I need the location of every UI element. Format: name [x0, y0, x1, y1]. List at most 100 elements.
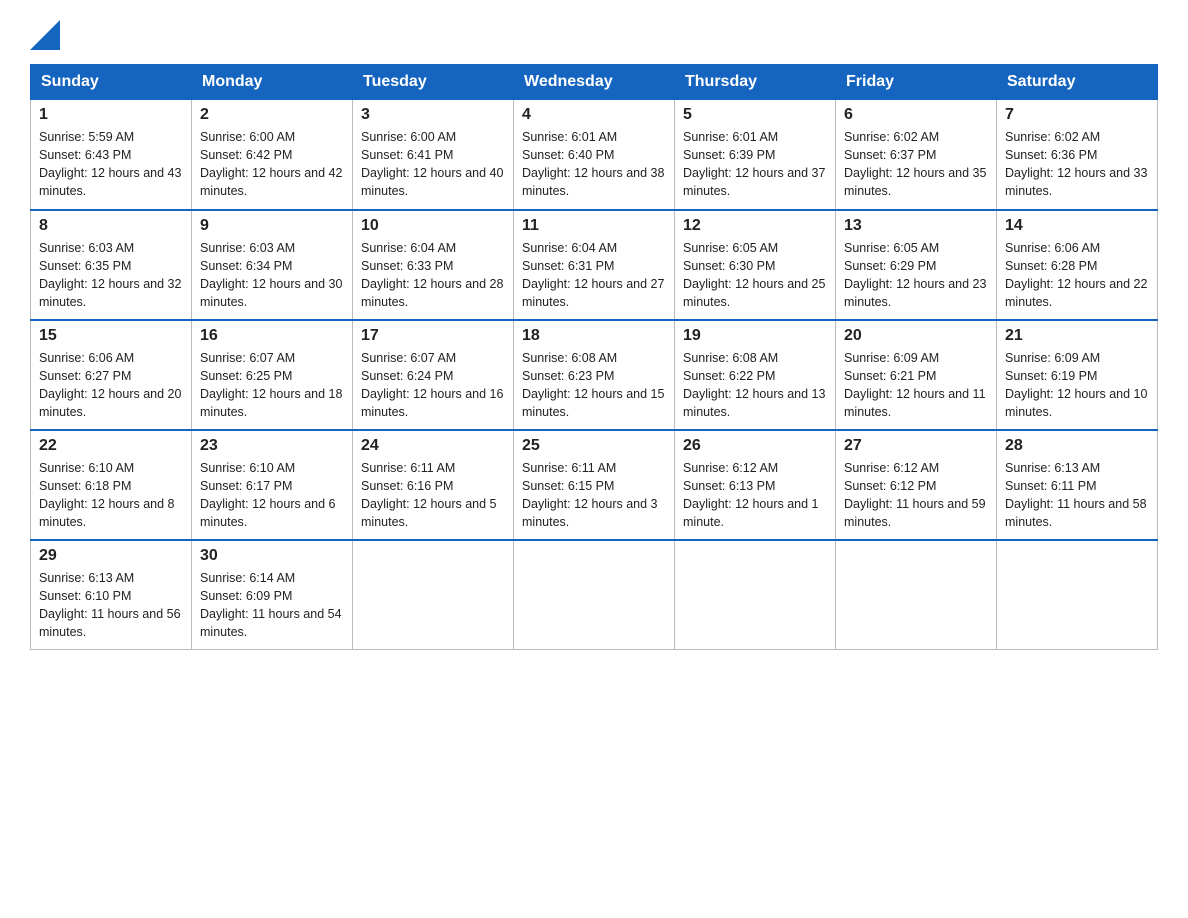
logo-icon [30, 20, 60, 50]
day-number: 2 [200, 106, 344, 124]
day-number: 30 [200, 547, 344, 565]
day-info: Sunrise: 6:03 AMSunset: 6:35 PMDaylight:… [39, 239, 183, 312]
day-info: Sunrise: 5:59 AMSunset: 6:43 PMDaylight:… [39, 128, 183, 201]
calendar-cell: 21 Sunrise: 6:09 AMSunset: 6:19 PMDayligh… [997, 320, 1158, 430]
calendar-cell: 15Sunrise: 6:06 AMSunset: 6:27 PMDayligh… [31, 320, 192, 430]
day-number: 20 [844, 327, 988, 345]
calendar-cell: 25Sunrise: 6:11 AMSunset: 6:15 PMDayligh… [514, 430, 675, 540]
header-tuesday: Tuesday [353, 65, 514, 100]
day-number: 7 [1005, 106, 1149, 124]
calendar-cell: 1 Sunrise: 5:59 AMSunset: 6:43 PMDaylight… [31, 100, 192, 210]
calendar-cell: 2 Sunrise: 6:00 AMSunset: 6:42 PMDaylight… [192, 100, 353, 210]
header-sunday: Sunday [31, 65, 192, 100]
logo [30, 20, 60, 46]
calendar-cell: 3 Sunrise: 6:00 AMSunset: 6:41 PMDaylight… [353, 100, 514, 210]
day-number: 29 [39, 547, 183, 565]
day-number: 17 [361, 327, 505, 345]
weekday-header-row: Sunday Monday Tuesday Wednesday Thursday… [31, 65, 1158, 100]
day-number: 5 [683, 106, 827, 124]
calendar-cell: 6 Sunrise: 6:02 AMSunset: 6:37 PMDaylight… [836, 100, 997, 210]
calendar-cell: 26 Sunrise: 6:12 AMSunset: 6:13 PMDayligh… [675, 430, 836, 540]
day-info: Sunrise: 6:14 AMSunset: 6:09 PMDaylight:… [200, 569, 344, 642]
calendar-cell: 12 Sunrise: 6:05 AMSunset: 6:30 PMDayligh… [675, 210, 836, 320]
day-info: Sunrise: 6:09 AMSunset: 6:21 PMDaylight:… [844, 349, 988, 422]
day-info: Sunrise: 6:05 AMSunset: 6:30 PMDaylight:… [683, 239, 827, 312]
day-info: Sunrise: 6:04 AMSunset: 6:33 PMDaylight:… [361, 239, 505, 312]
day-info: Sunrise: 6:08 AMSunset: 6:22 PMDaylight:… [683, 349, 827, 422]
calendar-cell: 4Sunrise: 6:01 AMSunset: 6:40 PMDaylight… [514, 100, 675, 210]
day-info: Sunrise: 6:06 AMSunset: 6:27 PMDaylight:… [39, 349, 183, 422]
day-number: 16 [200, 327, 344, 345]
day-info: Sunrise: 6:11 AMSunset: 6:15 PMDaylight:… [522, 459, 666, 532]
day-number: 12 [683, 217, 827, 235]
day-info: Sunrise: 6:07 AMSunset: 6:25 PMDaylight:… [200, 349, 344, 422]
header-friday: Friday [836, 65, 997, 100]
day-info: Sunrise: 6:00 AMSunset: 6:42 PMDaylight:… [200, 128, 344, 201]
calendar-week-row: 22 Sunrise: 6:10 AMSunset: 6:18 PMDayligh… [31, 430, 1158, 540]
day-number: 24 [361, 437, 505, 455]
calendar-week-row: 1 Sunrise: 5:59 AMSunset: 6:43 PMDaylight… [31, 100, 1158, 210]
calendar-table: Sunday Monday Tuesday Wednesday Thursday… [30, 64, 1158, 650]
calendar-week-row: 8Sunrise: 6:03 AMSunset: 6:35 PMDaylight… [31, 210, 1158, 320]
header-monday: Monday [192, 65, 353, 100]
calendar-cell: 17Sunrise: 6:07 AMSunset: 6:24 PMDayligh… [353, 320, 514, 430]
calendar-cell: 13 Sunrise: 6:05 AMSunset: 6:29 PMDayligh… [836, 210, 997, 320]
day-info: Sunrise: 6:04 AMSunset: 6:31 PMDaylight:… [522, 239, 666, 312]
day-number: 14 [1005, 217, 1149, 235]
calendar-cell: 28 Sunrise: 6:13 AMSunset: 6:11 PMDayligh… [997, 430, 1158, 540]
calendar-week-row: 29 Sunrise: 6:13 AMSunset: 6:10 PMDayligh… [31, 540, 1158, 650]
calendar-cell: 5 Sunrise: 6:01 AMSunset: 6:39 PMDaylight… [675, 100, 836, 210]
day-number: 27 [844, 437, 988, 455]
calendar-cell: 18 Sunrise: 6:08 AMSunset: 6:23 PMDayligh… [514, 320, 675, 430]
day-info: Sunrise: 6:12 AMSunset: 6:12 PMDaylight:… [844, 459, 988, 532]
calendar-cell: 16 Sunrise: 6:07 AMSunset: 6:25 PMDayligh… [192, 320, 353, 430]
calendar-cell [353, 540, 514, 650]
day-number: 26 [683, 437, 827, 455]
day-info: Sunrise: 6:06 AMSunset: 6:28 PMDaylight:… [1005, 239, 1149, 312]
day-info: Sunrise: 6:03 AMSunset: 6:34 PMDaylight:… [200, 239, 344, 312]
calendar-week-row: 15Sunrise: 6:06 AMSunset: 6:27 PMDayligh… [31, 320, 1158, 430]
day-number: 28 [1005, 437, 1149, 455]
calendar-cell: 10 Sunrise: 6:04 AMSunset: 6:33 PMDayligh… [353, 210, 514, 320]
day-info: Sunrise: 6:02 AMSunset: 6:37 PMDaylight:… [844, 128, 988, 201]
day-number: 21 [1005, 327, 1149, 345]
calendar-cell: 27 Sunrise: 6:12 AMSunset: 6:12 PMDayligh… [836, 430, 997, 540]
day-number: 4 [522, 106, 666, 124]
calendar-cell: 23Sunrise: 6:10 AMSunset: 6:17 PMDayligh… [192, 430, 353, 540]
day-info: Sunrise: 6:09 AMSunset: 6:19 PMDaylight:… [1005, 349, 1149, 422]
day-info: Sunrise: 6:10 AMSunset: 6:17 PMDaylight:… [200, 459, 344, 532]
day-number: 6 [844, 106, 988, 124]
calendar-cell: 24Sunrise: 6:11 AMSunset: 6:16 PMDayligh… [353, 430, 514, 540]
day-number: 3 [361, 106, 505, 124]
day-info: Sunrise: 6:13 AMSunset: 6:11 PMDaylight:… [1005, 459, 1149, 532]
day-info: Sunrise: 6:10 AMSunset: 6:18 PMDaylight:… [39, 459, 183, 532]
day-info: Sunrise: 6:02 AMSunset: 6:36 PMDaylight:… [1005, 128, 1149, 201]
day-number: 10 [361, 217, 505, 235]
day-info: Sunrise: 6:05 AMSunset: 6:29 PMDaylight:… [844, 239, 988, 312]
day-info: Sunrise: 6:00 AMSunset: 6:41 PMDaylight:… [361, 128, 505, 201]
day-info: Sunrise: 6:01 AMSunset: 6:39 PMDaylight:… [683, 128, 827, 201]
day-info: Sunrise: 6:12 AMSunset: 6:13 PMDaylight:… [683, 459, 827, 532]
calendar-cell: 30 Sunrise: 6:14 AMSunset: 6:09 PMDayligh… [192, 540, 353, 650]
calendar-cell: 19 Sunrise: 6:08 AMSunset: 6:22 PMDayligh… [675, 320, 836, 430]
day-number: 19 [683, 327, 827, 345]
calendar-cell [836, 540, 997, 650]
day-info: Sunrise: 6:13 AMSunset: 6:10 PMDaylight:… [39, 569, 183, 642]
day-number: 1 [39, 106, 183, 124]
day-info: Sunrise: 6:08 AMSunset: 6:23 PMDaylight:… [522, 349, 666, 422]
calendar-cell: 7 Sunrise: 6:02 AMSunset: 6:36 PMDaylight… [997, 100, 1158, 210]
calendar-cell: 11 Sunrise: 6:04 AMSunset: 6:31 PMDayligh… [514, 210, 675, 320]
day-number: 22 [39, 437, 183, 455]
calendar-cell: 9 Sunrise: 6:03 AMSunset: 6:34 PMDaylight… [192, 210, 353, 320]
calendar-cell: 14 Sunrise: 6:06 AMSunset: 6:28 PMDayligh… [997, 210, 1158, 320]
day-number: 18 [522, 327, 666, 345]
calendar-cell: 8Sunrise: 6:03 AMSunset: 6:35 PMDaylight… [31, 210, 192, 320]
header-wednesday: Wednesday [514, 65, 675, 100]
day-number: 9 [200, 217, 344, 235]
calendar-cell: 29 Sunrise: 6:13 AMSunset: 6:10 PMDayligh… [31, 540, 192, 650]
day-number: 11 [522, 217, 666, 235]
day-number: 13 [844, 217, 988, 235]
header-saturday: Saturday [997, 65, 1158, 100]
page-header [30, 20, 1158, 46]
calendar-cell: 22 Sunrise: 6:10 AMSunset: 6:18 PMDayligh… [31, 430, 192, 540]
